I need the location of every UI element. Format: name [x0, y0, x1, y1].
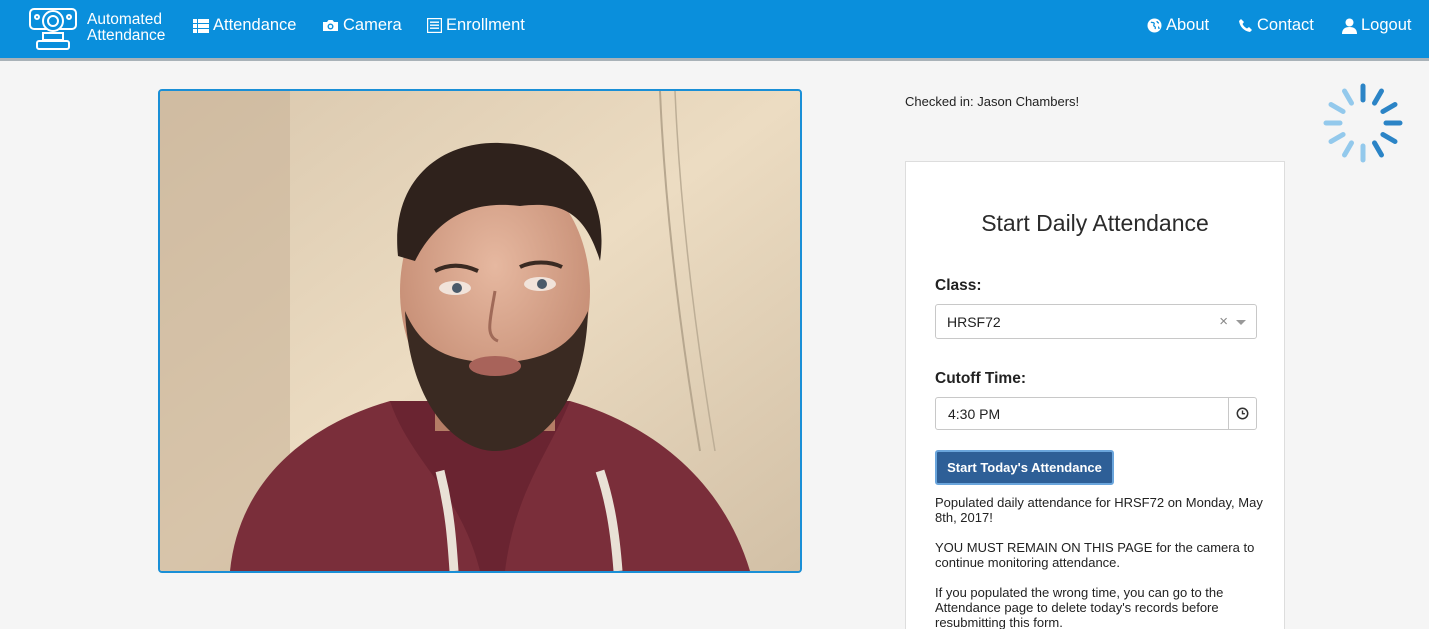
nav-attendance[interactable]: Attendance [193, 16, 296, 35]
start-attendance-panel: Start Daily Attendance Class: HRSF72 × C… [905, 161, 1285, 629]
class-select[interactable]: HRSF72 × [935, 304, 1257, 339]
navbar: Automated Attendance Attendance Camera E… [0, 0, 1429, 61]
globe-icon [1147, 18, 1162, 33]
brand-line-2: Attendance [87, 27, 166, 44]
nav-contact[interactable]: Contact [1238, 16, 1314, 35]
nav-enrollment-label: Enrollment [446, 16, 525, 34]
wrong-time-message: If you populated the wrong time, you can… [935, 585, 1224, 629]
nav-enrollment[interactable]: Enrollment [427, 16, 525, 35]
populated-message: Populated daily attendance for HRSF72 on… [935, 495, 1263, 525]
nav-about-label: About [1166, 16, 1210, 34]
camera-icon [323, 20, 338, 31]
class-select-value: HRSF72 [947, 314, 1001, 330]
remain-on-page-message: YOU MUST REMAIN ON THIS PAGE for the cam… [935, 540, 1255, 570]
nav-about[interactable]: About [1147, 16, 1209, 35]
brand-name: Automated Attendance [87, 12, 165, 44]
user-icon [1342, 18, 1357, 34]
brand[interactable]: Automated Attendance [26, 5, 165, 51]
chevron-down-icon[interactable] [1236, 320, 1246, 325]
class-label: Class: [935, 277, 982, 294]
checked-in-message: Checked in: Jason Chambers! [905, 94, 1080, 109]
list-icon [193, 18, 209, 33]
form-icon [427, 18, 442, 33]
loading-spinner-icon [1323, 83, 1403, 163]
camera-video-image [160, 91, 800, 571]
panel-title: Start Daily Attendance [981, 210, 1209, 236]
time-picker-button[interactable] [1228, 398, 1256, 429]
nav-camera[interactable]: Camera [322, 16, 402, 35]
cutoff-time-value: 4:30 PM [948, 406, 1001, 422]
cutoff-time-label: Cutoff Time: [935, 370, 1026, 387]
camera-feed [158, 89, 802, 573]
clear-icon[interactable]: × [1219, 313, 1228, 330]
nav-logout[interactable]: Logout [1342, 16, 1411, 35]
start-attendance-button[interactable]: Start Today's Attendance [935, 450, 1114, 485]
nav-logout-label: Logout [1361, 16, 1412, 34]
phone-icon [1239, 19, 1252, 32]
camera-logo-icon [29, 8, 77, 50]
nav-attendance-label: Attendance [213, 16, 297, 34]
brand-line-1: Automated [87, 11, 162, 28]
cutoff-time-input[interactable]: 4:30 PM [935, 397, 1257, 430]
nav-camera-label: Camera [343, 16, 402, 34]
nav-contact-label: Contact [1257, 16, 1314, 34]
clock-icon [1236, 407, 1249, 420]
